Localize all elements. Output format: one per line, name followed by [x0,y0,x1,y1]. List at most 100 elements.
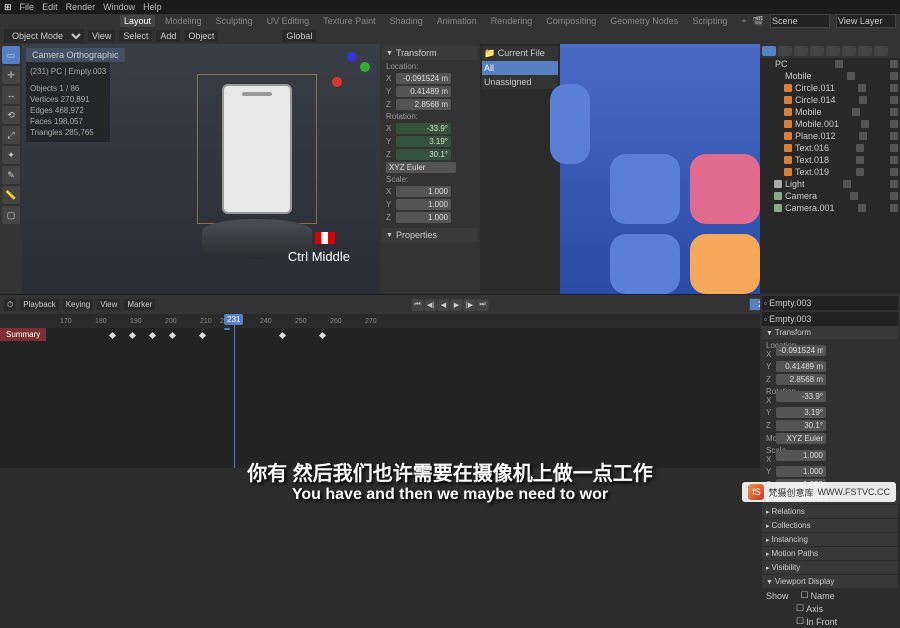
render-toggle[interactable] [890,120,898,128]
scale-z[interactable] [396,212,451,223]
keyframe[interactable] [129,332,136,339]
visibility-toggle[interactable] [859,96,867,104]
tab-scripting[interactable]: Scripting [688,15,731,27]
outliner-item[interactable]: Text.016 [760,142,900,154]
tab-add[interactable]: + [737,15,750,27]
visibility-toggle[interactable] [847,72,855,80]
menu-render[interactable]: Render [66,2,96,12]
btn-first[interactable]: ⏮ [412,299,424,311]
pp-rot-x[interactable] [776,391,826,402]
outliner-item[interactable]: Text.019 [760,166,900,178]
render-toggle[interactable] [890,72,898,80]
tool-select[interactable]: ▭ [2,46,20,64]
tool-move[interactable]: ↔ [2,86,20,104]
loc-x[interactable] [396,73,451,84]
scene-input[interactable] [770,14,830,28]
visibility-toggle[interactable] [843,180,851,188]
render-toggle[interactable] [890,144,898,152]
outliner-item[interactable]: Plane.012 [760,130,900,142]
pp-rot-z[interactable] [776,420,826,431]
render-toggle[interactable] [890,192,898,200]
tab-sculpting[interactable]: Sculpting [212,15,257,27]
outliner-item[interactable]: Mobile [760,70,900,82]
pp-rot-y[interactable] [776,407,826,418]
sect-collections[interactable]: Collections [762,519,898,532]
rot-order[interactable] [386,162,456,173]
pp-loc-y[interactable] [776,361,826,372]
btn-last[interactable]: ⏭ [477,299,489,311]
visibility-toggle[interactable] [856,144,864,152]
scale-y[interactable] [396,199,451,210]
tool-transform[interactable]: ✦ [2,146,20,164]
visibility-toggle[interactable] [859,132,867,140]
tab-compositing[interactable]: Compositing [542,15,600,27]
tab-uv[interactable]: UV Editing [263,15,314,27]
transform-header[interactable]: Transform [382,46,478,60]
render-toggle[interactable] [890,156,898,164]
keyframe[interactable] [279,332,286,339]
btn-prev-key[interactable]: ◀| [425,299,437,311]
filter-4[interactable] [810,46,824,56]
outliner-item[interactable]: Text.018 [760,154,900,166]
filter-8[interactable] [874,46,888,56]
visibility-toggle[interactable] [850,192,858,200]
tool-measure[interactable]: 📏 [2,186,20,204]
tool-annotate[interactable]: ✎ [2,166,20,184]
visibility-toggle[interactable] [835,60,843,68]
menu-window[interactable]: Window [103,2,135,12]
render-toggle[interactable] [890,108,898,116]
rot-x[interactable] [396,123,451,134]
header-object[interactable]: Object [184,30,218,42]
render-toggle[interactable] [890,204,898,212]
tl-marker[interactable]: Marker [124,299,155,310]
orientation-select[interactable]: Global [282,30,316,42]
tl-keying[interactable]: Keying [63,299,93,310]
outliner-item[interactable]: Camera [760,190,900,202]
filter-7[interactable] [858,46,872,56]
btn-play-rev[interactable]: ◀ [438,299,450,311]
menu-help[interactable]: Help [143,2,162,12]
menu-file[interactable]: File [20,2,35,12]
outliner-item[interactable]: Light [760,178,900,190]
pp-loc-z[interactable] [776,374,826,385]
tab-modeling[interactable]: Modeling [161,15,206,27]
scale-x[interactable] [396,186,451,197]
sect-transform[interactable]: Transform [762,326,898,339]
outliner-item[interactable]: Circle.011 [760,82,900,94]
sect-relations[interactable]: Relations [762,505,898,518]
tool-cursor[interactable]: ✛ [2,66,20,84]
tool-addcube[interactable]: ▢ [2,206,20,224]
keyframe[interactable] [199,332,206,339]
btn-play[interactable]: ▶ [451,299,463,311]
loc-y[interactable] [396,86,451,97]
pp-mode[interactable] [776,433,826,444]
render-toggle[interactable] [890,60,898,68]
pp-scale-y[interactable] [776,466,826,477]
outliner-item[interactable]: Mobile [760,106,900,118]
visibility-toggle[interactable] [861,120,869,128]
sect-motion[interactable]: Motion Paths [762,547,898,560]
filter-1[interactable] [762,46,776,56]
outliner-item[interactable]: Camera.001 [760,202,900,214]
sect-instancing[interactable]: Instancing [762,533,898,546]
header-add[interactable]: Add [156,30,180,42]
tab-shading[interactable]: Shading [386,15,427,27]
nav-gizmo[interactable] [332,52,372,92]
outliner-item[interactable]: Mobile.001 [760,118,900,130]
keyframe[interactable] [109,332,116,339]
header-view[interactable]: View [88,30,115,42]
tab-texture[interactable]: Texture Paint [319,15,380,27]
header-select[interactable]: Select [119,30,152,42]
render-toggle[interactable] [890,180,898,188]
loc-z[interactable] [396,99,451,110]
pp-scale-x[interactable] [776,450,826,461]
tool-rotate[interactable]: ⟲ [2,106,20,124]
tab-layout[interactable]: Layout [120,15,155,27]
pp-loc-x[interactable] [776,345,826,356]
asset-unassigned[interactable]: Unassigned [482,75,558,89]
sect-visibility[interactable]: Visibility [762,561,898,574]
tab-rendering[interactable]: Rendering [487,15,537,27]
filter-5[interactable] [826,46,840,56]
current-file[interactable]: 📁 Current File [482,46,558,61]
summary-channel[interactable]: Summary [0,328,46,341]
